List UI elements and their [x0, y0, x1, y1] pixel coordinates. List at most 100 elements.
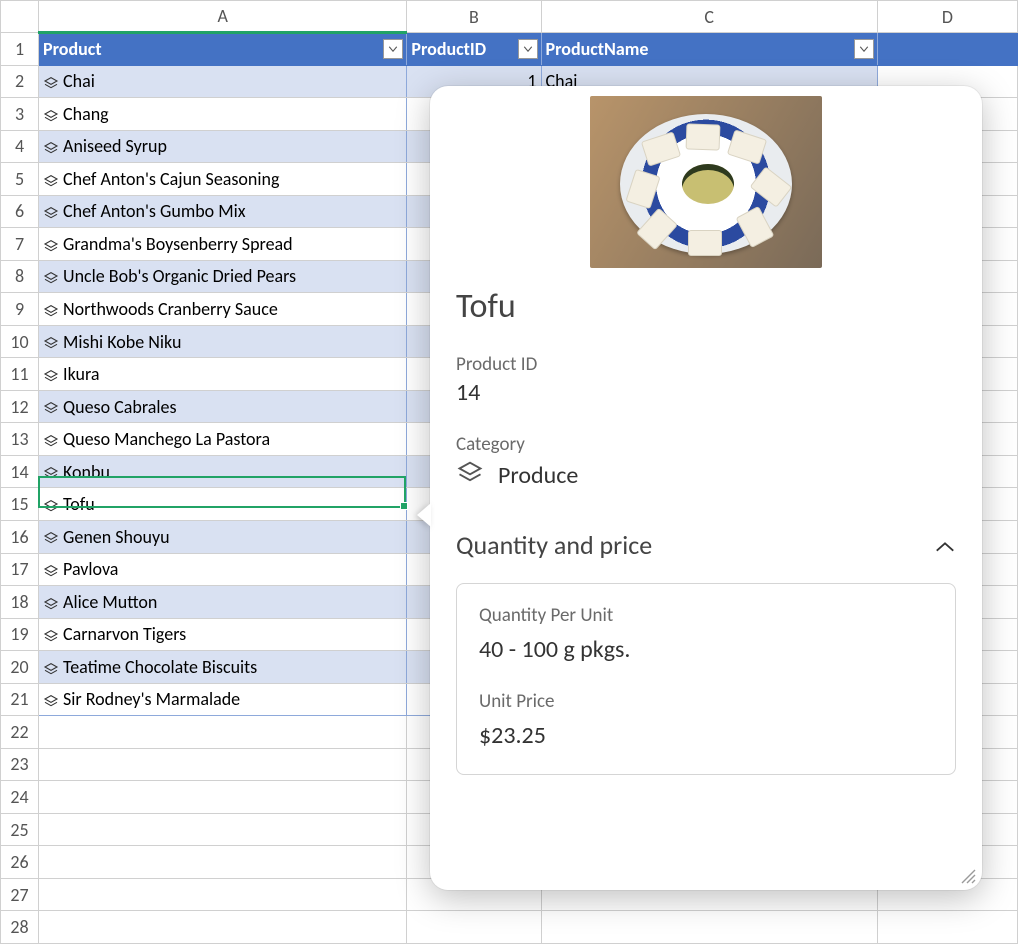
row-header[interactable]: 23	[1, 748, 39, 781]
cell[interactable]	[407, 911, 541, 944]
linked-record-icon	[43, 400, 59, 416]
row-header[interactable]: 16	[1, 520, 39, 553]
cell[interactable]: Tofu	[39, 488, 407, 521]
row-header[interactable]: 7	[1, 228, 39, 261]
qty-label: Quantity Per Unit	[479, 604, 933, 627]
row-header[interactable]: 27	[1, 878, 39, 911]
cell[interactable]: Grandma's Boysenberry Spread	[39, 228, 407, 261]
row-header[interactable]: 17	[1, 553, 39, 586]
cell[interactable]: Konbu	[39, 455, 407, 488]
cell[interactable]: Teatime Chocolate Biscuits	[39, 651, 407, 684]
row-header[interactable]: 21	[1, 683, 39, 716]
cell[interactable]: Sir Rodney's Marmalade	[39, 683, 407, 716]
linked-record-icon	[456, 458, 484, 493]
col-header-B[interactable]: B	[407, 1, 541, 33]
cell[interactable]: Northwoods Cranberry Sauce	[39, 293, 407, 326]
cell[interactable]: Carnarvon Tigers	[39, 618, 407, 651]
product-name: Pavlova	[63, 558, 118, 580]
cell[interactable]	[541, 911, 877, 944]
row-header[interactable]: 28	[1, 911, 39, 944]
cell[interactable]: Product	[39, 33, 407, 66]
cell[interactable]: Alice Mutton	[39, 586, 407, 619]
card-section-toggle[interactable]: Quantity and price	[456, 529, 956, 561]
cell[interactable]: ProductName	[541, 33, 877, 66]
row-header[interactable]: 10	[1, 325, 39, 358]
cell[interactable]: Chef Anton's Cajun Seasoning	[39, 163, 407, 196]
linked-record-icon	[43, 303, 59, 319]
col-header-D[interactable]: D	[877, 1, 1017, 33]
filter-button-productname[interactable]	[854, 39, 874, 59]
row-header[interactable]: 15	[1, 488, 39, 521]
linked-record-icon	[43, 628, 59, 644]
cell[interactable]	[877, 33, 1017, 66]
price-value: $23.25	[479, 721, 933, 750]
row-header[interactable]: 1	[1, 33, 39, 66]
row-header[interactable]: 11	[1, 358, 39, 391]
row-header[interactable]: 19	[1, 618, 39, 651]
row-header[interactable]: 14	[1, 455, 39, 488]
row-header[interactable]: 4	[1, 130, 39, 163]
cell[interactable]: Pavlova	[39, 553, 407, 586]
linked-record-icon	[43, 368, 59, 384]
cell[interactable]	[39, 748, 407, 781]
product-name: Alice Mutton	[63, 591, 157, 613]
row-header[interactable]: 22	[1, 716, 39, 749]
row-header[interactable]: 5	[1, 163, 39, 196]
card-section-title: Quantity and price	[456, 529, 652, 561]
cell[interactable]	[39, 716, 407, 749]
row-header[interactable]: 2	[1, 65, 39, 98]
linked-record-icon	[43, 173, 59, 189]
row-header[interactable]: 3	[1, 98, 39, 131]
product-name: Mishi Kobe Niku	[63, 331, 181, 353]
cell[interactable]: Genen Shouyu	[39, 520, 407, 553]
product-name: Northwoods Cranberry Sauce	[63, 298, 278, 320]
card-category-value[interactable]: Produce	[498, 461, 578, 490]
cell[interactable]: Chang	[39, 98, 407, 131]
cell[interactable]	[39, 813, 407, 846]
row-header[interactable]: 6	[1, 195, 39, 228]
product-name: Uncle Bob's Organic Dried Pears	[63, 265, 296, 287]
card-resize-handle[interactable]	[958, 866, 976, 884]
cell[interactable]: Mishi Kobe Niku	[39, 325, 407, 358]
linked-record-icon	[43, 596, 59, 612]
product-name: Konbu	[63, 461, 110, 483]
product-name: Aniseed Syrup	[63, 135, 167, 157]
cell[interactable]	[39, 911, 407, 944]
filter-button-productid[interactable]	[518, 39, 538, 59]
row-header[interactable]: 12	[1, 390, 39, 423]
cell[interactable]	[39, 878, 407, 911]
product-name: Genen Shouyu	[63, 526, 170, 548]
row-header[interactable]: 13	[1, 423, 39, 456]
row-header[interactable]: 18	[1, 586, 39, 619]
linked-record-icon	[43, 335, 59, 351]
linked-record-icon	[43, 75, 59, 91]
row-header[interactable]: 9	[1, 293, 39, 326]
cell[interactable]	[39, 846, 407, 879]
col-header-A[interactable]: A	[39, 1, 407, 33]
row-header[interactable]: 25	[1, 813, 39, 846]
product-name: Queso Cabrales	[63, 396, 176, 418]
cell[interactable]: Ikura	[39, 358, 407, 391]
cell[interactable]: Chai	[39, 65, 407, 98]
linked-record-icon	[43, 498, 59, 514]
card-productid-label: Product ID	[456, 353, 956, 376]
data-card: Tofu Product ID 14 Category Produce Quan…	[430, 86, 982, 890]
row-header[interactable]: 20	[1, 651, 39, 684]
col-header-C[interactable]: C	[541, 1, 877, 33]
linked-record-icon	[43, 205, 59, 221]
cell[interactable]: Queso Manchego La Pastora	[39, 423, 407, 456]
cell[interactable]: Aniseed Syrup	[39, 130, 407, 163]
linked-record-icon	[43, 108, 59, 124]
filter-button-product[interactable]	[383, 39, 403, 59]
cell[interactable]: Uncle Bob's Organic Dried Pears	[39, 260, 407, 293]
cell[interactable]: ProductID	[407, 33, 541, 66]
select-all-corner[interactable]	[1, 1, 39, 33]
row-header[interactable]: 26	[1, 846, 39, 879]
cell[interactable]: Queso Cabrales	[39, 390, 407, 423]
cell[interactable]: Chef Anton's Gumbo Mix	[39, 195, 407, 228]
row-header[interactable]: 8	[1, 260, 39, 293]
product-name: Chef Anton's Gumbo Mix	[63, 200, 246, 222]
cell[interactable]	[877, 911, 1017, 944]
row-header[interactable]: 24	[1, 781, 39, 814]
cell[interactable]	[39, 781, 407, 814]
